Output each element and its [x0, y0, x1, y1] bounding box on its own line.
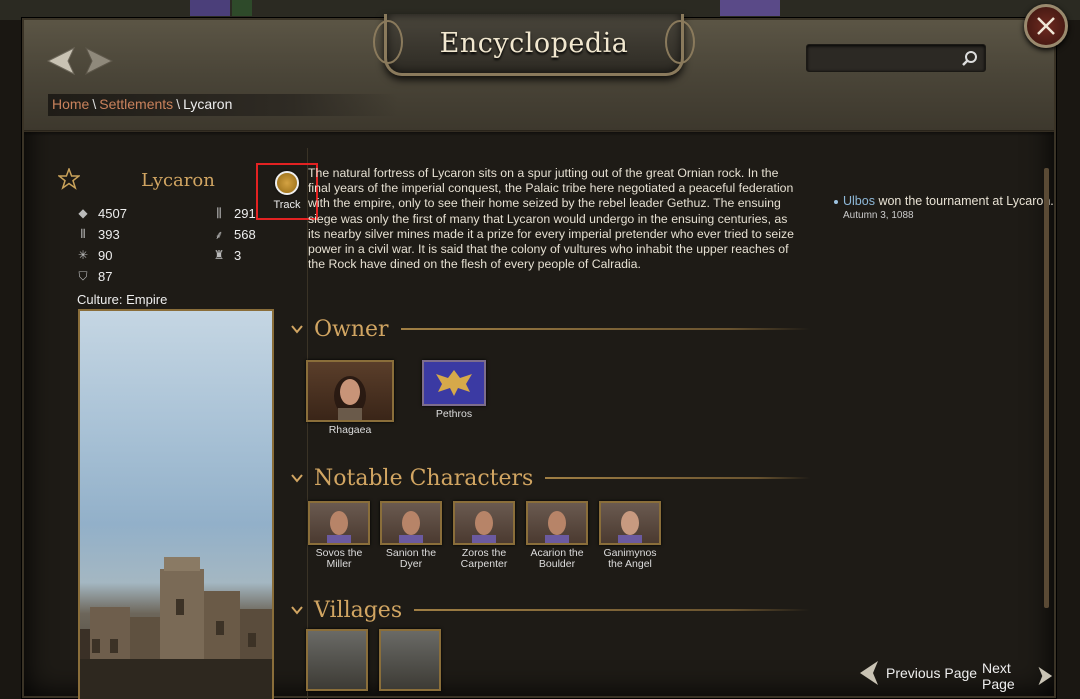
forward-arrow-icon[interactable]	[82, 46, 116, 76]
village-thumbnail	[306, 629, 368, 691]
garrison-icon: ⫼	[216, 205, 222, 220]
militia-value: 393	[98, 226, 120, 242]
stat-food: ✳ 90	[76, 246, 113, 264]
notable-portrait	[599, 501, 661, 545]
search-box[interactable]	[806, 44, 986, 72]
scrollbar[interactable]	[1044, 168, 1049, 608]
bullet-icon	[834, 199, 838, 204]
stat-wall-level: ♜ 3	[212, 246, 242, 264]
section-divider	[414, 609, 810, 611]
owner-section-title: Owner	[314, 316, 389, 342]
prosperity-icon: ◆	[78, 206, 88, 220]
star-icon[interactable]	[58, 168, 80, 190]
rhagaea-portrait	[306, 360, 394, 422]
arrow-left-icon	[860, 661, 878, 685]
section-divider	[400, 328, 810, 330]
close-icon	[1037, 17, 1055, 35]
close-button[interactable]	[1024, 4, 1068, 48]
encyclopedia-header: Encyclopedia Home \ Settlements \ Lycaron	[24, 14, 1054, 136]
castle-illustration	[80, 557, 272, 699]
notable-section-title: Notable Characters	[314, 465, 534, 491]
security-value: 87	[98, 268, 113, 284]
chevron-down-icon	[291, 474, 303, 483]
page-title: Encyclopedia	[439, 28, 629, 59]
tower-icon: ♜	[213, 248, 225, 262]
stat-militia: ⫴ 393	[76, 225, 120, 243]
settlement-image	[78, 309, 274, 699]
breadcrumb-separator: \	[92, 96, 97, 112]
event-text: won the tournament at Lycaron.	[874, 194, 1054, 208]
chevron-down-icon	[291, 325, 303, 334]
encyclopedia-window: Encyclopedia Home \ Settlements \ Lycaron Ly…	[22, 14, 1056, 699]
back-arrow-icon[interactable]	[44, 46, 78, 76]
notable-section-header[interactable]: Notable Characters	[290, 463, 810, 493]
notable-card[interactable]: Sovos the Miller	[306, 501, 372, 570]
breadcrumb-separator: \	[176, 96, 181, 112]
notable-name: Sovos the Miller	[315, 547, 363, 570]
village-card[interactable]	[306, 629, 368, 691]
shield-icon: ⛉	[78, 268, 88, 283]
next-page-button[interactable]: Next Page	[982, 660, 1054, 692]
village-card[interactable]	[379, 629, 441, 691]
wall-strength-value: 568	[234, 226, 256, 242]
settlement-info-panel: Lycaron Track ◆ 4507 ⫴ 393 ✳ 90 ⛉ 87 ⫼ 2…	[48, 148, 318, 699]
event-actor-link[interactable]: Ulbos	[843, 194, 875, 208]
notable-name: Zoros the Carpenter	[460, 547, 508, 570]
breadcrumb-settlements-link[interactable]: Settlements	[99, 96, 173, 112]
stat-prosperity: ◆ 4507	[76, 204, 127, 222]
wall-strength-icon: ⸙	[214, 227, 224, 242]
food-value: 90	[98, 247, 113, 263]
owner-card-pethros[interactable]: Pethros	[422, 360, 486, 420]
title-plate: Encyclopedia	[373, 14, 695, 76]
map-banner	[232, 0, 252, 16]
breadcrumb-current: Lycaron	[183, 96, 233, 112]
owner-card-rhagaea[interactable]: Rhagaea	[306, 360, 394, 436]
settlement-description: The natural fortress of Lycaron sits on …	[308, 166, 794, 272]
notable-name: Ganimynos the Angel	[603, 547, 657, 570]
garrison-value: 291	[234, 205, 256, 221]
settlement-details: The natural fortress of Lycaron sits on …	[284, 148, 1054, 699]
notable-card[interactable]: Sanion the Dyer	[378, 501, 444, 570]
notable-card[interactable]: Zoros the Carpenter	[451, 501, 517, 570]
villages-section-header[interactable]: Villages	[290, 595, 810, 625]
owner-section-header[interactable]: Owner	[290, 314, 810, 344]
next-page-label: Next Page	[982, 660, 1015, 692]
stat-garrison: ⫼ 291	[212, 204, 256, 222]
villages-section-title: Villages	[314, 597, 403, 623]
village-thumbnail	[379, 629, 441, 691]
culture-label: Culture: Empire	[77, 292, 168, 307]
owner-name: Rhagaea	[328, 424, 372, 436]
chevron-down-icon	[291, 606, 303, 615]
notable-name: Sanion the Dyer	[385, 547, 437, 570]
notable-portrait	[526, 501, 588, 545]
event-entry: Ulbos won the tournament at Lycaron. Aut…	[834, 194, 1054, 221]
militia-icon: ⫴	[80, 226, 86, 241]
owner-name: Pethros	[435, 408, 473, 420]
stat-security: ⛉ 87	[76, 267, 112, 285]
search-icon[interactable]	[961, 50, 979, 68]
map-banner	[720, 0, 780, 16]
breadcrumb-home-link[interactable]: Home	[52, 96, 89, 112]
stat-wall-strength: ⸙ 568	[212, 225, 256, 243]
previous-page-button[interactable]: Previous Page	[858, 660, 977, 686]
event-date: Autumn 3, 1088	[843, 210, 914, 221]
notable-card[interactable]: Ganimynos the Angel	[597, 501, 663, 570]
previous-page-label: Previous Page	[886, 665, 978, 681]
breadcrumb: Home \ Settlements \ Lycaron	[48, 94, 398, 116]
notable-portrait	[453, 501, 515, 545]
search-input[interactable]	[807, 45, 957, 71]
wall-level-value: 3	[234, 247, 242, 263]
map-banner	[190, 0, 230, 16]
settlement-name: Lycaron	[141, 170, 215, 191]
notable-card[interactable]: Acarion the Boulder	[524, 501, 590, 570]
notable-name: Acarion the Boulder	[530, 547, 584, 570]
eagle-banner-icon	[422, 360, 486, 406]
notable-portrait	[308, 501, 370, 545]
prosperity-value: 4507	[98, 205, 127, 221]
food-icon: ✳	[77, 248, 89, 262]
notable-portrait	[380, 501, 442, 545]
arrow-right-icon	[1038, 666, 1053, 686]
section-divider	[545, 477, 810, 479]
